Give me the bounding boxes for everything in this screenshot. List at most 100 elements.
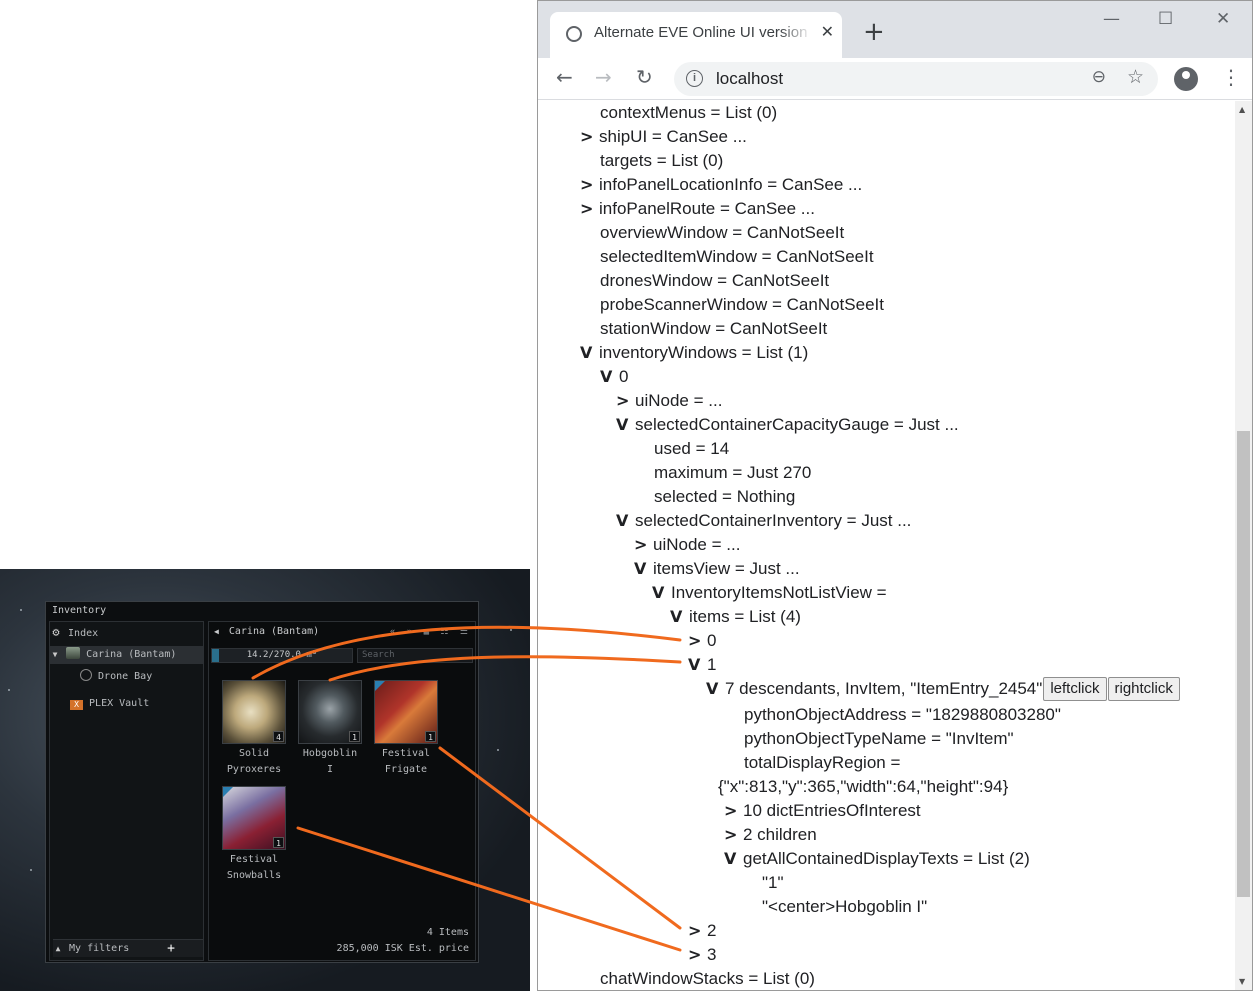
tree-node[interactable]: VgetAllContainedDisplayTexts = List (2) — [724, 847, 1030, 871]
maximize-button[interactable]: ☐ — [1158, 9, 1173, 29]
tree-node: maximum = Just 270 — [654, 461, 811, 485]
my-filters-label: My filters — [69, 943, 130, 954]
tree-node[interactable]: > infoPanelLocationInfo = CanSee ... — [580, 173, 862, 197]
collapse-arrow-icon[interactable]: V — [634, 557, 653, 581]
tree-node[interactable]: V InventoryItemsNotListView = — [652, 581, 887, 605]
tree-node[interactable]: >2 — [688, 919, 716, 943]
expand-triangle-icon[interactable]: ▼ — [50, 646, 60, 664]
expand-arrow-icon[interactable]: > — [580, 173, 599, 197]
tree-node: contextMenus = List (0) — [600, 101, 777, 125]
tree-node: selected = Nothing — [654, 485, 795, 509]
tree-node-text: 3 — [707, 945, 717, 964]
url-text[interactable]: localhost — [716, 69, 783, 89]
collapse-arrow-icon[interactable]: V — [616, 413, 635, 437]
capacity-text: 14.2/270.0 m³ — [246, 650, 318, 660]
tree-node: pythonObjectAddress = "1829880803280" — [744, 703, 1061, 727]
tree-node-text: shipUI = CanSee ... — [599, 127, 747, 146]
back-arrow-icon[interactable]: ← — [556, 64, 573, 90]
collapse-arrow-icon[interactable]: V — [670, 605, 689, 629]
tree-node-text: contextMenus = List (0) — [600, 103, 778, 122]
reload-icon[interactable]: ↻ — [636, 64, 653, 90]
tab-title: Alternate EVE Online UI version 2 — [594, 24, 812, 41]
expand-arrow-icon[interactable]: > — [724, 799, 743, 823]
view-mode-toolbar[interactable]: « » ▦ ☷ ☰ — [390, 622, 471, 642]
collapse-arrow-icon[interactable]: V — [616, 509, 635, 533]
item-name: Festival Frigate — [381, 748, 431, 775]
scroll-down-arrow-icon[interactable]: ▼ — [1239, 977, 1245, 986]
inventory-item-0[interactable]: 4 Solid Pyroxeres — [221, 680, 287, 778]
kebab-menu-icon[interactable]: ⋮ — [1221, 64, 1241, 90]
tree-node[interactable]: > infoPanelRoute = CanSee ... — [580, 197, 815, 221]
collapse-arrow-icon[interactable]: V — [688, 653, 707, 677]
collapse-arrow-icon[interactable]: V — [652, 581, 671, 605]
expand-arrow-icon[interactable]: > — [616, 389, 635, 413]
tree-node[interactable]: >0 — [688, 629, 716, 653]
expand-arrow-icon[interactable]: > — [580, 125, 599, 149]
tree-node[interactable]: >10 dictEntriesOfInterest — [724, 799, 921, 823]
item-quantity: 4 — [273, 731, 284, 742]
expand-arrow-icon[interactable]: > — [688, 919, 707, 943]
expand-arrow-icon[interactable]: > — [634, 533, 653, 557]
tree-node[interactable]: > shipUI = CanSee ... — [580, 125, 747, 149]
forward-arrow-icon[interactable]: → — [595, 64, 612, 90]
item-thumbnail[interactable]: 1 — [222, 786, 286, 850]
tree-node-text: 1 — [707, 655, 717, 674]
tree-node[interactable]: V0 — [600, 365, 628, 389]
index-item[interactable]: ⚙ Index — [50, 623, 203, 641]
zoom-icon[interactable]: ⊖ — [1092, 67, 1106, 87]
add-filter-button[interactable]: + — [167, 940, 175, 958]
inventory-item-3[interactable]: 1 Festival Snowballs — [221, 786, 287, 884]
drone-bay-item[interactable]: Drone Bay — [50, 668, 203, 686]
profile-avatar-icon[interactable] — [1174, 67, 1198, 91]
address-bar[interactable]: i localhost ⊖ ☆ — [674, 62, 1158, 96]
tree-node: stationWindow = CanNotSeeIt — [600, 317, 827, 341]
tree-node[interactable]: >2 children — [724, 823, 817, 847]
collapse-triangle-icon[interactable]: ▲ — [53, 940, 63, 958]
scroll-up-arrow-icon[interactable]: ▲ — [1239, 105, 1245, 114]
tree-node[interactable]: VitemsView = Just ... — [634, 557, 800, 581]
collapse-arrow-icon[interactable]: V — [706, 677, 725, 701]
item-thumbnail[interactable]: 1 — [298, 680, 362, 744]
collapse-arrow-icon[interactable]: V — [600, 365, 619, 389]
tree-node[interactable]: > uiNode = ... — [616, 389, 722, 413]
tree-node[interactable]: Vitems = List (4) — [670, 605, 801, 629]
inventory-item-2[interactable]: 1 Festival Frigate — [373, 680, 439, 778]
plex-vault-item[interactable]: X PLEX Vault — [50, 695, 203, 713]
tree-node: probeScannerWindow = CanNotSeeIt — [600, 293, 884, 317]
star — [8, 689, 10, 691]
tree-node[interactable]: VselectedContainerCapacityGauge = Just .… — [616, 413, 959, 437]
leftclick-button[interactable]: leftclick — [1043, 677, 1107, 701]
collapse-arrow-icon[interactable]: V — [580, 341, 599, 365]
tree-node[interactable]: V1 — [688, 653, 716, 677]
item-thumbnail[interactable]: 1 — [374, 680, 438, 744]
tree-node[interactable]: VinventoryWindows = List (1) — [580, 341, 808, 365]
expand-arrow-icon[interactable]: > — [580, 197, 599, 221]
expand-arrow-icon[interactable]: > — [724, 823, 743, 847]
close-window-button[interactable]: ✕ — [1216, 9, 1230, 29]
tree-node[interactable]: >3 — [688, 943, 716, 967]
item-name: Festival Snowballs — [226, 854, 282, 881]
tree-node[interactable]: V7 descendants, InvItem, "ItemEntry_2454… — [706, 677, 1180, 701]
ship-item[interactable]: ▼ Carina (Bantam) — [50, 646, 203, 664]
tab-close-icon[interactable]: ✕ — [821, 22, 834, 41]
item-thumbnail[interactable]: 4 — [222, 680, 286, 744]
expand-arrow-icon[interactable]: > — [688, 629, 707, 653]
bookmark-star-icon[interactable]: ☆ — [1127, 66, 1144, 88]
rightclick-button[interactable]: rightclick — [1107, 677, 1180, 701]
expand-arrow-icon[interactable]: > — [688, 943, 707, 967]
browser-tab[interactable]: Alternate EVE Online UI version 2 ✕ — [550, 12, 842, 58]
scrollbar-thumb[interactable] — [1237, 431, 1250, 897]
tree-node[interactable]: VselectedContainerInventory = Just ... — [616, 509, 911, 533]
my-filters-bar[interactable]: ▲ My filters + — [53, 939, 203, 957]
vertical-scrollbar[interactable]: ▲ ▼ — [1235, 101, 1252, 990]
collapse-arrow-icon[interactable]: V — [724, 847, 743, 871]
tree-node[interactable]: > uiNode = ... — [634, 533, 740, 557]
inventory-item-1[interactable]: 1 Hobgoblin I — [297, 680, 363, 778]
globe-icon — [566, 26, 582, 42]
minimize-button[interactable]: — — [1103, 9, 1120, 29]
new-tab-button[interactable]: + — [863, 17, 885, 47]
back-arrow-icon[interactable]: ◀ — [214, 627, 219, 636]
item-count: 4 Items — [426, 927, 469, 938]
info-icon[interactable]: i — [686, 70, 703, 87]
search-input[interactable]: Search — [357, 648, 473, 663]
